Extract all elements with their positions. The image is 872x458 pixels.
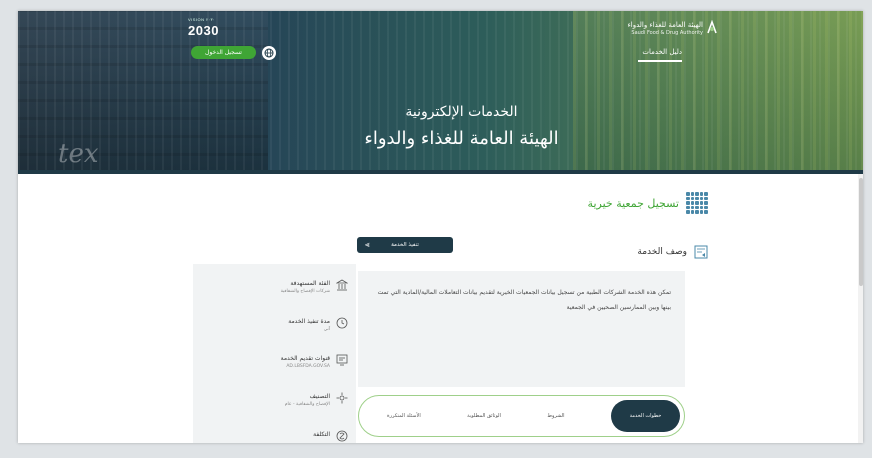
tab-conditions[interactable]: الشروط xyxy=(547,413,564,419)
execute-service-button[interactable]: ⫷ تنفيذ الخدمة xyxy=(357,237,453,253)
arrow-left-icon: ⫷ xyxy=(365,240,370,249)
service-info-panel: الفئة المستهدفة شركات الإفصاح والشفافية … xyxy=(193,264,356,443)
service-description: تمكن هذه الخدمة الشركات الطبية من تسجيل … xyxy=(377,289,671,311)
info-channels: قنوات تقديم الخدمة AD.LBSFDA.GOV.SA xyxy=(281,354,348,370)
hero-subtitle: الهيئة العامة للغذاء والدواء xyxy=(364,128,559,149)
info-cost: التكلفة xyxy=(313,430,348,442)
tab-service-steps[interactable]: خطوات الخدمة xyxy=(611,400,680,432)
tab-faq[interactable]: الأسئلة المتكررة xyxy=(387,413,421,419)
service-header: تسجيل جمعية خيرية xyxy=(588,192,708,214)
building-icon xyxy=(336,279,348,291)
nav-services-guide[interactable]: دليل الخدمات xyxy=(642,48,682,56)
service-description-box: تمكن هذه الخدمة الشركات الطبية من تسجيل … xyxy=(358,271,685,387)
service-title: تسجيل جمعية خيرية xyxy=(587,196,679,210)
nav-active-underline xyxy=(638,60,682,62)
description-heading: وصف الخدمة xyxy=(637,245,708,259)
service-grid-icon xyxy=(686,192,708,214)
info-duration: مدة تنفيذ الخدمة آني xyxy=(288,317,348,333)
sfda-logo[interactable]: الهيئة العامة للغذاء والدواء Saudi Food … xyxy=(627,21,703,37)
clock-icon xyxy=(336,317,348,329)
sfda-emblem-icon xyxy=(707,20,717,34)
tab-required-documents[interactable]: الوثائق المطلوبة xyxy=(467,413,501,419)
browser-page: tex VISION ٢٠٣٠ 2030 تسجيل الدخول الهيئة… xyxy=(18,11,863,443)
cost-icon xyxy=(336,430,348,442)
login-button[interactable]: تسجيل الدخول xyxy=(191,46,256,59)
service-tabs: الأسئلة المتكررة الوثائق المطلوبة الشروط… xyxy=(358,395,685,437)
language-globe-icon[interactable] xyxy=(262,46,276,60)
info-target-audience: الفئة المستهدفة شركات الإفصاح والشفافية xyxy=(281,279,348,295)
channels-icon xyxy=(336,354,348,366)
hero-title: الخدمات الإلكترونية xyxy=(405,104,518,120)
scrollbar-thumb[interactable] xyxy=(859,178,863,286)
vision-2030-logo: VISION ٢٠٣٠ 2030 xyxy=(188,17,219,38)
document-icon xyxy=(694,245,708,259)
category-icon xyxy=(336,392,348,404)
info-category: التصنيف الإفصاح والشفافية - عام xyxy=(285,392,348,408)
hero-banner: tex VISION ٢٠٣٠ 2030 تسجيل الدخول الهيئة… xyxy=(18,11,863,174)
